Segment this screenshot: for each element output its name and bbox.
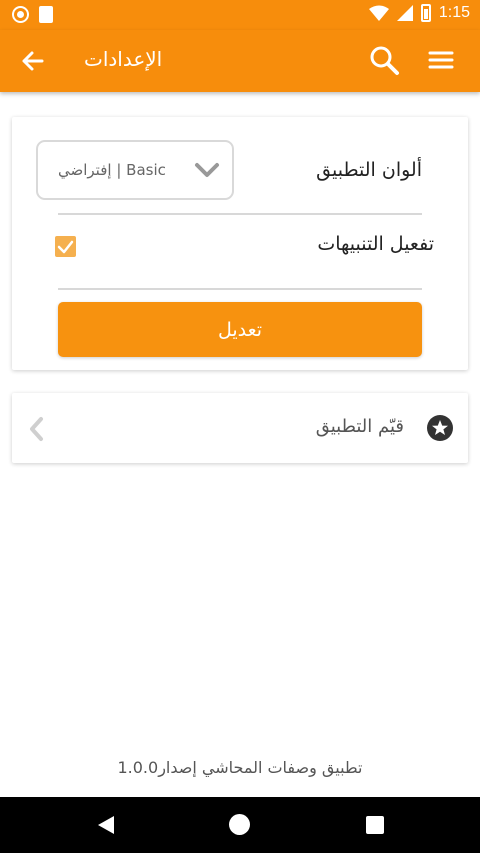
app-colors-label: ألوان التطبيق — [316, 159, 422, 181]
nav-recents-icon[interactable] — [366, 816, 384, 834]
circle-notification-icon — [12, 6, 29, 23]
check-icon — [57, 240, 74, 254]
rate-app-row[interactable]: قيّم التطبيق — [12, 393, 468, 463]
signal-icon — [396, 5, 413, 21]
search-icon[interactable] — [368, 44, 400, 76]
sd-card-icon — [39, 6, 53, 23]
arrow-left-icon[interactable] — [18, 46, 48, 76]
nav-back-icon[interactable] — [96, 815, 116, 835]
status-left-icons — [12, 6, 53, 23]
star-icon — [427, 415, 453, 441]
dropdown-selected-value: إفتراضي | Basic — [58, 161, 166, 179]
notifications-label: تفعيل التنبيهات — [317, 233, 434, 255]
page-title: الإعدادات — [84, 47, 163, 71]
hamburger-menu-icon[interactable] — [428, 48, 454, 72]
nav-home-icon[interactable] — [229, 814, 250, 835]
status-bar: 1:15 — [0, 0, 480, 30]
rate-app-label: قيّم التطبيق — [315, 416, 404, 437]
version-text: تطبيق وصفات المحاشي إصدار1.0.0 — [117, 758, 363, 777]
system-nav-bar — [0, 797, 480, 853]
notifications-checkbox[interactable] — [55, 236, 76, 257]
status-right-icons: 1:15 — [368, 4, 470, 22]
battery-icon — [420, 4, 431, 22]
settings-card: إفتراضي | Basic ألوان التطبيق تفعيل التن… — [12, 117, 468, 370]
edit-button[interactable]: تعديل — [58, 302, 422, 357]
status-time: 1:15 — [438, 4, 470, 21]
wifi-icon — [368, 5, 389, 21]
divider — [58, 213, 422, 215]
chevron-down-icon — [195, 163, 219, 177]
chevron-left-icon — [30, 417, 43, 441]
app-toolbar: الإعدادات — [0, 30, 480, 92]
app-colors-dropdown[interactable]: إفتراضي | Basic — [36, 140, 234, 200]
divider — [58, 288, 422, 290]
